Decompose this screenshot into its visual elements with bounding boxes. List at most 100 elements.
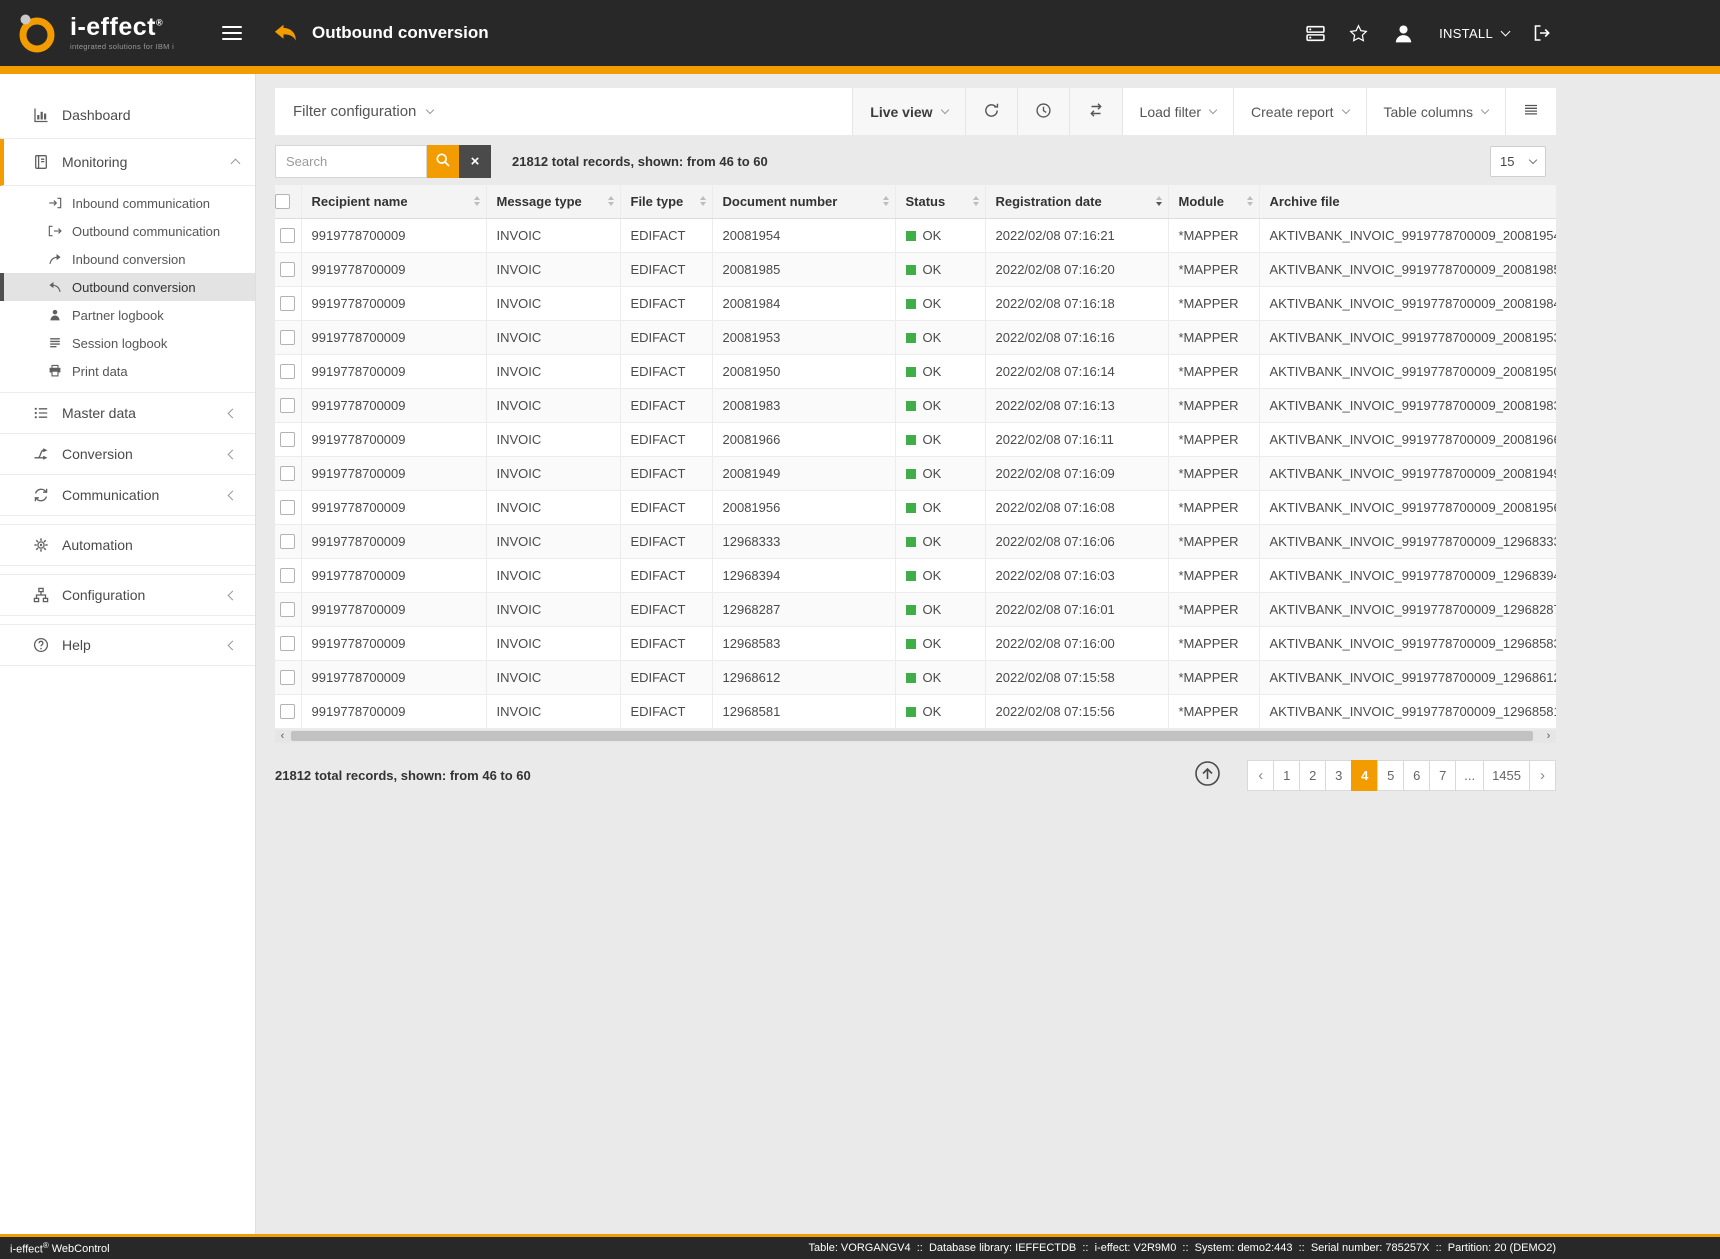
select-all-checkbox[interactable] xyxy=(275,194,290,209)
refresh-button[interactable] xyxy=(965,88,1017,135)
search-input[interactable] xyxy=(275,145,427,178)
scrollbar-thumb[interactable] xyxy=(291,731,1533,741)
column-header-message-type[interactable]: Message type xyxy=(486,185,620,218)
page-button-1[interactable]: 1 xyxy=(1273,760,1300,791)
cell-archive-file: AKTIVBANK_INVOIC_9919778700009_20081984_ xyxy=(1259,286,1556,320)
sidebar-item-automation[interactable]: Automation xyxy=(0,525,255,566)
table-columns-dropdown[interactable]: Table columns xyxy=(1366,88,1506,135)
row-checkbox[interactable] xyxy=(280,500,295,515)
prev-page-button[interactable]: ‹ xyxy=(1247,760,1274,791)
row-checkbox[interactable] xyxy=(280,636,295,651)
row-checkbox[interactable] xyxy=(280,398,295,413)
auto-refresh-button[interactable] xyxy=(1017,88,1069,135)
install-menu[interactable]: INSTALL xyxy=(1439,26,1509,41)
create-report-dropdown[interactable]: Create report xyxy=(1233,88,1365,135)
sidebar-item-inbound-communication[interactable]: Inbound communication xyxy=(0,189,255,217)
page-button-4[interactable]: 4 xyxy=(1351,760,1378,791)
sidebar: Dashboard Monitoring Inbound communicati… xyxy=(0,74,256,1234)
app-logo[interactable]: i-effect® integrated solutions for IBM i xyxy=(0,10,222,56)
print-data-icon xyxy=(48,364,62,378)
row-checkbox[interactable] xyxy=(280,568,295,583)
column-header-recipient-name[interactable]: Recipient name xyxy=(301,185,486,218)
scroll-right-icon[interactable]: › xyxy=(1541,730,1556,743)
live-view-dropdown[interactable]: Live view xyxy=(852,88,964,135)
page-button-2[interactable]: 2 xyxy=(1299,760,1326,791)
next-page-button[interactable]: › xyxy=(1529,760,1556,791)
row-checkbox[interactable] xyxy=(280,534,295,549)
menu-toggle-icon[interactable] xyxy=(222,26,242,40)
column-header-document-number[interactable]: Document number xyxy=(712,185,895,218)
cell-module: *MAPPER xyxy=(1168,456,1259,490)
page-header: Outbound conversion xyxy=(272,20,489,47)
cell-archive-file: AKTIVBANK_INVOIC_9919778700009_12968333_ xyxy=(1259,524,1556,558)
filter-configuration-dropdown[interactable]: Filter configuration xyxy=(275,88,451,135)
cell-file-type: EDIFACT xyxy=(620,388,712,422)
cell-file-type: EDIFACT xyxy=(620,320,712,354)
page-button-1455[interactable]: 1455 xyxy=(1483,760,1530,791)
table-row: 9919778700009INVOICEDIFACT20081956OK2022… xyxy=(275,490,1556,524)
page-button-7[interactable]: 7 xyxy=(1429,760,1456,791)
column-header-file-type[interactable]: File type xyxy=(620,185,712,218)
sidebar-item-monitoring[interactable]: Monitoring xyxy=(0,139,255,186)
load-filter-dropdown[interactable]: Load filter xyxy=(1122,88,1233,135)
row-checkbox[interactable] xyxy=(280,228,295,243)
inbound-conversion-icon xyxy=(48,252,62,266)
cell-module: *MAPPER xyxy=(1168,354,1259,388)
sidebar-item-configuration[interactable]: Configuration xyxy=(0,575,255,616)
cell-status: OK xyxy=(895,694,985,728)
sidebar-item-session-logbook[interactable]: Session logbook xyxy=(0,329,255,357)
cell-recipient-name: 9919778700009 xyxy=(301,592,486,626)
repeat-button[interactable] xyxy=(1069,88,1122,135)
row-checkbox[interactable] xyxy=(280,296,295,311)
row-checkbox[interactable] xyxy=(280,466,295,481)
sidebar-item-outbound-communication[interactable]: Outbound communication xyxy=(0,217,255,245)
user-icon[interactable] xyxy=(1391,21,1416,46)
list-view-button[interactable] xyxy=(1505,88,1556,135)
column-header-module[interactable]: Module xyxy=(1168,185,1259,218)
page-button-5[interactable]: 5 xyxy=(1377,760,1404,791)
favorites-star-icon[interactable] xyxy=(1349,24,1368,43)
cell-archive-file: AKTIVBANK_INVOIC_9919778700009_20081954_ xyxy=(1259,218,1556,252)
sidebar-item-partner-logbook[interactable]: Partner logbook xyxy=(0,301,255,329)
scroll-left-icon[interactable]: ‹ xyxy=(275,730,290,743)
server-icon[interactable] xyxy=(1305,23,1326,44)
cell-archive-file: AKTIVBANK_INVOIC_9919778700009_12968287_ xyxy=(1259,592,1556,626)
pagination-row: 21812 total records, shown: from 46 to 6… xyxy=(275,760,1556,791)
column-header-registration-date[interactable]: Registration date xyxy=(985,185,1168,218)
sidebar-item-dashboard[interactable]: Dashboard xyxy=(0,92,255,139)
row-checkbox[interactable] xyxy=(280,262,295,277)
row-checkbox[interactable] xyxy=(280,704,295,719)
search-button[interactable] xyxy=(427,145,459,178)
cell-file-type: EDIFACT xyxy=(620,218,712,252)
cell-document-number: 20081950 xyxy=(712,354,895,388)
row-checkbox[interactable] xyxy=(280,330,295,345)
sidebar-item-communication[interactable]: Communication xyxy=(0,475,255,516)
row-checkbox[interactable] xyxy=(280,364,295,379)
sidebar-item-master-data[interactable]: Master data xyxy=(0,393,255,434)
scroll-to-top-button[interactable] xyxy=(1194,760,1221,790)
page-button-3[interactable]: 3 xyxy=(1325,760,1352,791)
page-size-select[interactable]: 15 xyxy=(1490,146,1546,177)
sidebar-item-help[interactable]: Help xyxy=(0,625,255,666)
toolbar: Filter configuration Live view xyxy=(275,88,1556,135)
cell-registration-date: 2022/02/08 07:16:21 xyxy=(985,218,1168,252)
sidebar-sections: Master dataConversionCommunication Automa… xyxy=(0,393,255,666)
row-checkbox[interactable] xyxy=(280,670,295,685)
cell-archive-file: AKTIVBANK_INVOIC_9919778700009_20081956_ xyxy=(1259,490,1556,524)
row-checkbox[interactable] xyxy=(280,602,295,617)
sidebar-item-print-data[interactable]: Print data xyxy=(0,357,255,385)
column-header-status[interactable]: Status xyxy=(895,185,985,218)
logout-icon[interactable] xyxy=(1532,23,1552,43)
sidebar-item-conversion[interactable]: Conversion xyxy=(0,434,255,475)
status-ok-icon xyxy=(906,231,916,241)
page-button-6[interactable]: 6 xyxy=(1403,760,1430,791)
sidebar-item-outbound-conversion[interactable]: Outbound conversion xyxy=(0,273,255,301)
horizontal-scrollbar[interactable]: ‹ › xyxy=(275,730,1556,743)
sidebar-item-inbound-conversion[interactable]: Inbound conversion xyxy=(0,245,255,273)
row-checkbox[interactable] xyxy=(280,432,295,447)
table-row: 9919778700009INVOICEDIFACT12968287OK2022… xyxy=(275,592,1556,626)
records-summary: 21812 total records, shown: from 46 to 6… xyxy=(512,154,768,169)
clear-search-button[interactable]: × xyxy=(459,145,491,178)
brand-name: i-effect® xyxy=(70,15,174,40)
cell-file-type: EDIFACT xyxy=(620,524,712,558)
